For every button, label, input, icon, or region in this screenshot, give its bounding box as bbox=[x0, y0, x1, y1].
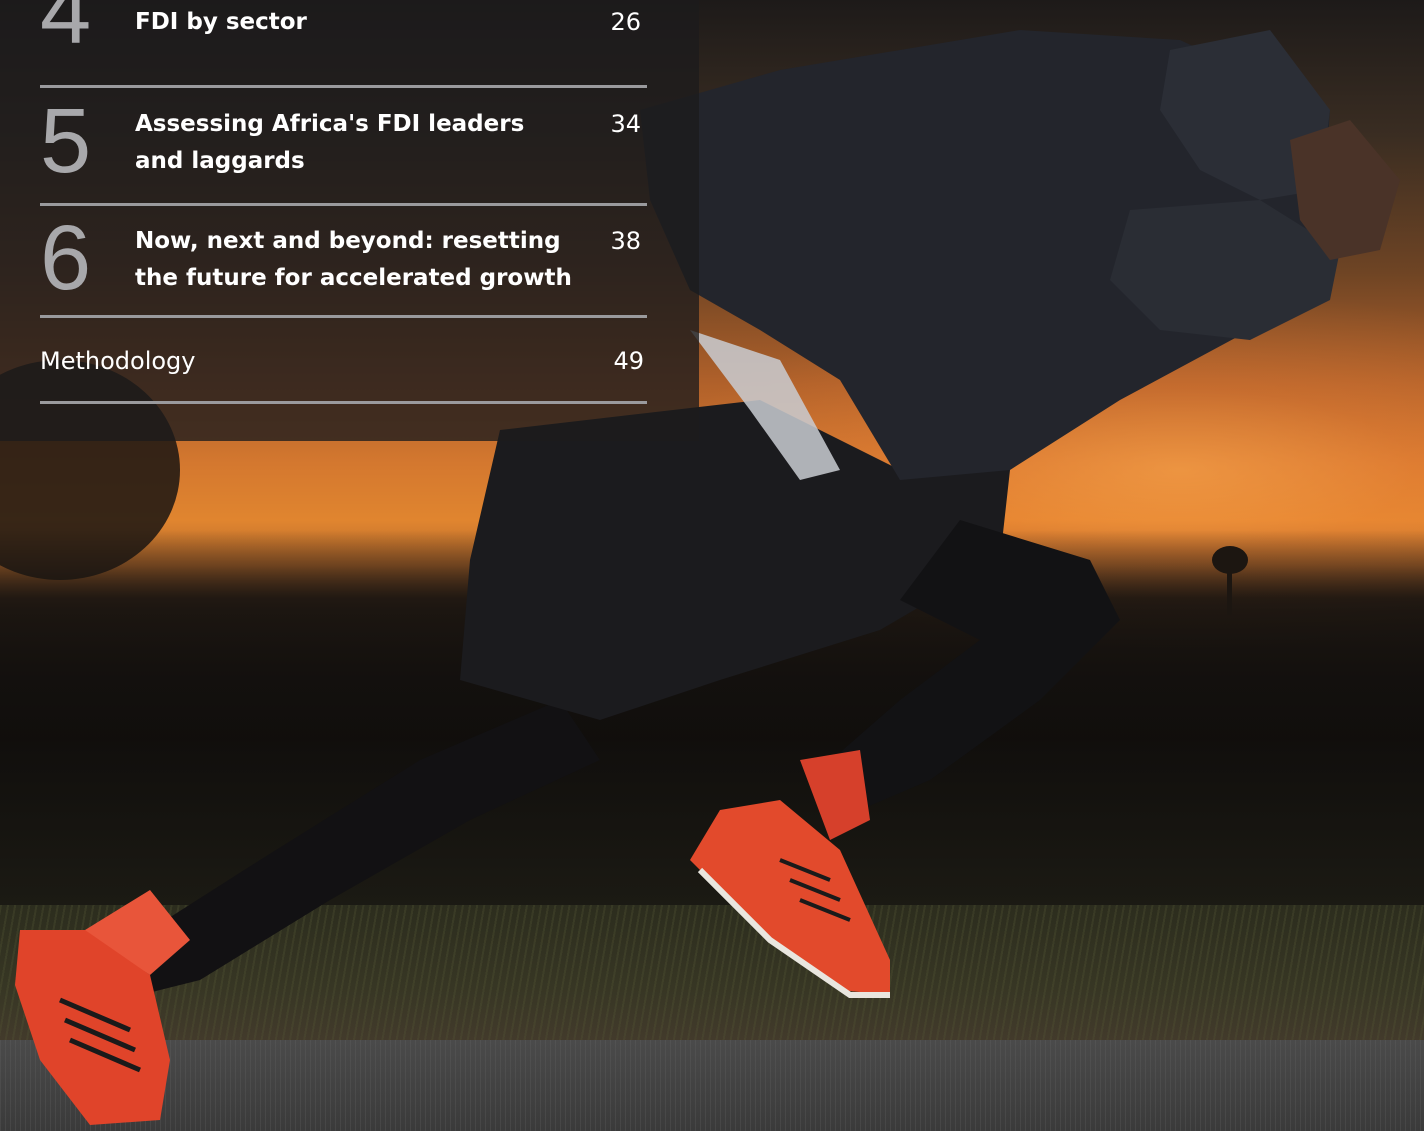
toc-panel: 4 FDI by sector 26 5 Assessing Africa's … bbox=[0, 0, 699, 441]
toc-item-number: 4 bbox=[40, 0, 92, 63]
toc-divider bbox=[40, 203, 647, 206]
toc-appendix-title: Methodology bbox=[40, 347, 196, 375]
toc-item-page: 26 bbox=[610, 8, 641, 36]
toc-item-title-line1: Assessing Africa's FDI leaders bbox=[135, 111, 525, 137]
toc-item-title: Assessing Africa's FDI leaders and lagga… bbox=[135, 106, 575, 180]
toc-item-title-line1: Now, next and beyond: resetting bbox=[135, 228, 561, 254]
toc-item-title-line2: the future for accelerated growth bbox=[135, 265, 572, 291]
toc-item-number: 5 bbox=[40, 90, 92, 192]
toc-appendix-page: 49 bbox=[613, 347, 644, 375]
toc-item-title: Now, next and beyond: resetting the futu… bbox=[135, 223, 575, 297]
toc-item-page: 34 bbox=[610, 110, 641, 138]
toc-item-number: 6 bbox=[40, 207, 92, 309]
toc-item-title-line1: FDI by sector bbox=[135, 9, 307, 35]
front-shoe bbox=[690, 800, 890, 995]
toc-item-title: FDI by sector bbox=[135, 4, 575, 41]
toc-divider bbox=[40, 85, 647, 88]
toc-item-title-line2: and laggards bbox=[135, 148, 305, 174]
toc-item-page: 38 bbox=[610, 227, 641, 255]
toc-divider bbox=[40, 401, 647, 404]
toc-divider bbox=[40, 315, 647, 318]
tree-right-trunk bbox=[1227, 565, 1232, 615]
